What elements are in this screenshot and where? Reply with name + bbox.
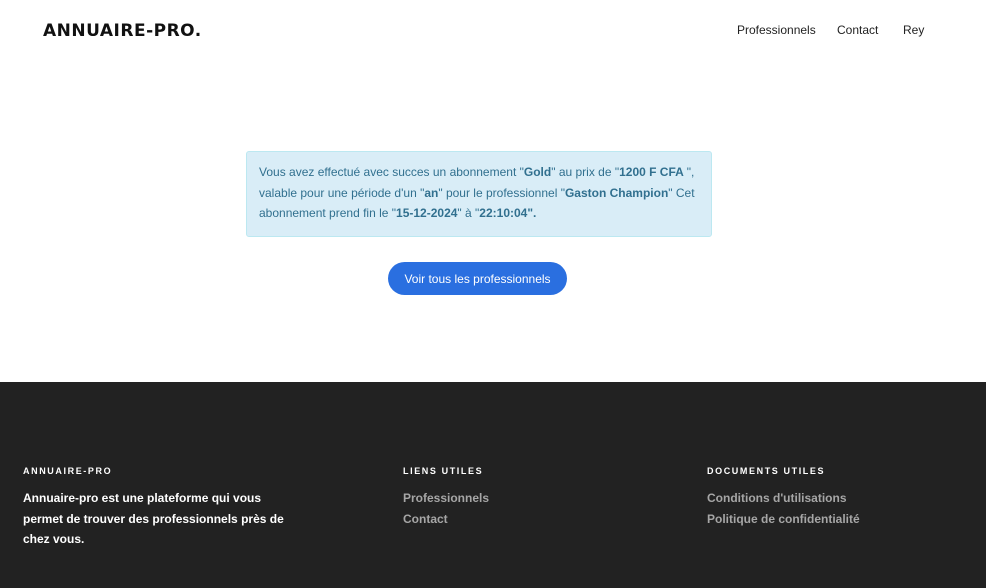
- brand-logo[interactable]: ANNUAIRE-PRO.: [43, 21, 202, 41]
- nav-contact[interactable]: Contact: [837, 23, 878, 37]
- footer-useful-links-title: LIENS UTILES: [403, 466, 484, 476]
- view-all-professionals-button[interactable]: Voir tous les professionnels: [388, 262, 567, 295]
- footer-description: Annuaire-pro est une plateforme qui vous…: [23, 491, 284, 547]
- alert-professional: Gaston Champion: [564, 185, 669, 200]
- footer-documents-links: Conditions d'utilisations Politique de c…: [707, 488, 860, 529]
- subscription-success-alert: Vous avez effectué avec succes un abonne…: [246, 151, 712, 237]
- alert-text: " pour le professionnel ": [438, 185, 565, 200]
- footer-useful-links: Professionnels Contact: [403, 488, 489, 529]
- alert-price: 1200 F CFA: [619, 165, 687, 179]
- footer-link-professionnels[interactable]: Professionnels: [403, 488, 489, 509]
- alert-text: " au prix de ": [551, 165, 620, 179]
- footer-link-privacy-policy[interactable]: Politique de confidentialité: [707, 509, 860, 530]
- footer-documents-title: DOCUMENTS UTILES: [707, 466, 826, 476]
- footer-brand-title: ANNUAIRE-PRO: [23, 466, 113, 476]
- nav-professionnels[interactable]: Professionnels: [737, 23, 816, 37]
- footer-link-conditions[interactable]: Conditions d'utilisations: [707, 488, 860, 509]
- footer-link-contact[interactable]: Contact: [403, 509, 489, 530]
- site-footer: ANNUAIRE-PRO Annuaire-pro est une platef…: [0, 382, 986, 588]
- site-header: ANNUAIRE-PRO. Professionnels Contact Rey: [0, 0, 986, 64]
- alert-end-date: 15-12-2024: [396, 206, 458, 221]
- alert-text: " à ": [457, 206, 480, 221]
- alert-text: Vous avez effectué avec succes un abonne…: [259, 165, 524, 179]
- alert-end-time: 22:10:04".: [479, 206, 537, 221]
- alert-period: an: [424, 185, 439, 200]
- nav-user-account[interactable]: Rey: [903, 23, 924, 37]
- alert-plan: Gold: [523, 165, 552, 179]
